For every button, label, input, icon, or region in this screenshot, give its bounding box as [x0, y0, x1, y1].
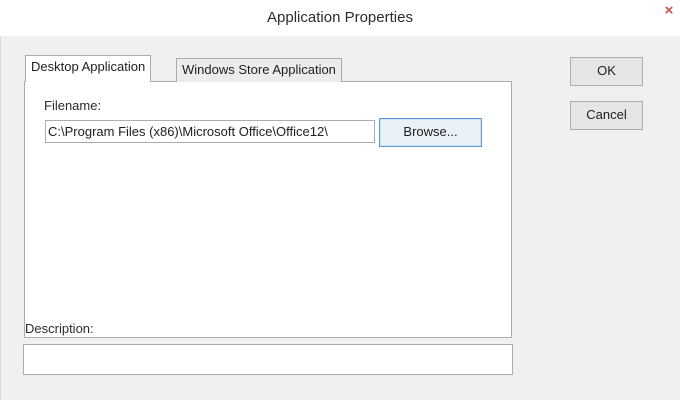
- browse-button[interactable]: Browse...: [379, 118, 482, 147]
- dialog-title: Application Properties: [267, 9, 413, 26]
- cancel-button[interactable]: Cancel: [570, 101, 643, 130]
- application-properties-dialog: Application Properties × Desktop Applica…: [0, 0, 680, 400]
- description-label: Description:: [25, 321, 94, 336]
- tab-windows-store-application[interactable]: Windows Store Application: [176, 58, 342, 82]
- ok-button[interactable]: OK: [570, 57, 643, 86]
- filename-field[interactable]: [45, 120, 375, 143]
- close-icon[interactable]: ×: [658, 0, 680, 24]
- desktop-application-panel: Filename: Browse...: [24, 81, 512, 338]
- dialog-body: Desktop Application Windows Store Applic…: [0, 36, 680, 400]
- tab-desktop-application[interactable]: Desktop Application: [25, 55, 152, 82]
- description-field[interactable]: [23, 344, 513, 375]
- filename-label: Filename:: [44, 98, 102, 113]
- title-bar[interactable]: Application Properties ×: [0, 0, 680, 36]
